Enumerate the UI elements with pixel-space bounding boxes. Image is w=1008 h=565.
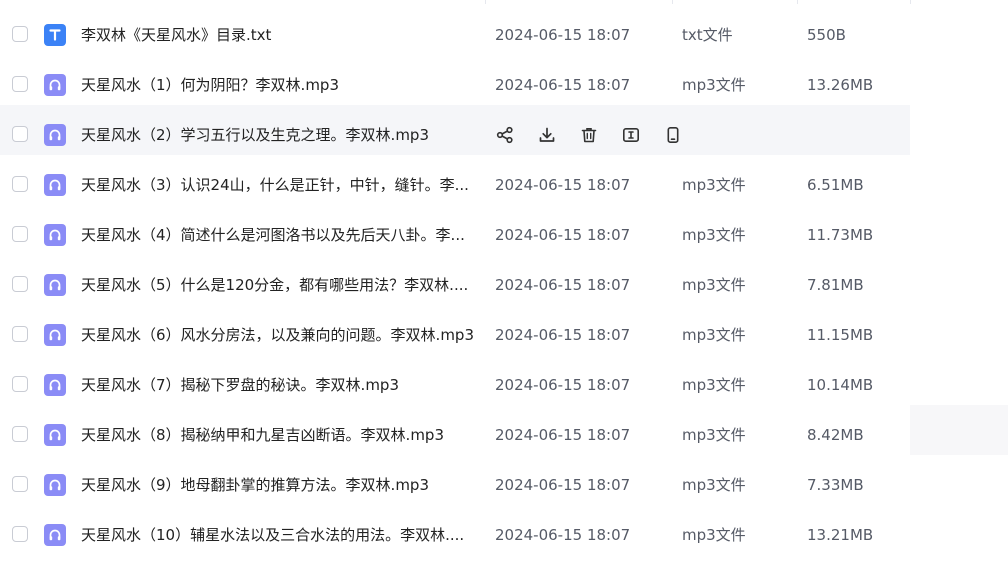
file-name[interactable]: 天星风水（3）认识24山，什么是正针，中针，缝针。李... [81,175,476,195]
row-checkbox[interactable] [12,126,28,142]
audio-file-icon [44,274,66,296]
row-checkbox[interactable] [12,476,28,492]
audio-file-icon [44,424,66,446]
column-divider [910,0,911,4]
audio-file-icon [44,474,66,496]
file-row[interactable]: 天星风水（9）地母翻卦掌的推算方法。李双林.mp3 2024-06-15 18:0… [0,455,910,505]
row-checkbox[interactable] [12,326,28,342]
row-checkbox[interactable] [12,76,28,92]
file-size: 550B [807,26,846,44]
file-name[interactable]: 天星风水（6）风水分房法，以及兼向的问题。李双林.mp3 [81,325,476,345]
file-row[interactable]: 天星风水（4）简述什么是河图洛书以及先后天八卦。李... 2024-06-15 1… [0,205,910,255]
file-type: txt文件 [682,26,733,44]
file-type: mp3文件 [682,476,746,494]
audio-file-icon [44,74,66,96]
file-size: 8.42MB [807,426,864,444]
file-row[interactable]: 天星风水（10）辅星水法以及三合水法的用法。李双林.... 2024-06-15 … [0,505,910,555]
txt-file-icon [44,24,66,46]
file-size: 6.51MB [807,176,864,194]
column-divider [485,0,486,4]
file-name[interactable]: 天星风水（9）地母翻卦掌的推算方法。李双林.mp3 [81,475,476,495]
row-checkbox[interactable] [12,426,28,442]
modified-date: 2024-06-15 18:07 [495,526,631,544]
rename-button[interactable] [621,125,641,145]
file-type: mp3文件 [682,376,746,394]
mobile-icon [664,126,682,144]
file-row[interactable]: 天星风水（6）风水分房法，以及兼向的问题。李双林.mp3 2024-06-15 1… [0,305,910,355]
file-type: mp3文件 [682,276,746,294]
file-name[interactable]: 天星风水（10）辅星水法以及三合水法的用法。李双林.... [81,525,476,545]
rename-icon [622,126,640,144]
row-hover-actions [495,124,705,146]
delete-button[interactable] [579,125,599,145]
row-checkbox[interactable] [12,526,28,542]
download-icon [538,126,556,144]
file-type: mp3文件 [682,76,746,94]
file-name[interactable]: 李双林《天星风水》目录.txt [81,25,476,45]
share-icon [496,126,514,144]
row-checkbox[interactable] [12,276,28,292]
audio-file-icon [44,174,66,196]
modified-date: 2024-06-15 18:07 [495,326,631,344]
file-size: 10.14MB [807,376,874,394]
file-size: 7.33MB [807,476,864,494]
file-type: mp3文件 [682,176,746,194]
file-size: 11.15MB [807,326,874,344]
file-name[interactable]: 天星风水（5）什么是120分金，都有哪些用法？李双林.... [81,275,476,295]
delete-icon [580,126,598,144]
file-row[interactable]: 天星风水（7）揭秘下罗盘的秘诀。李双林.mp3 2024-06-15 18:07 m… [0,355,910,405]
share-button[interactable] [495,125,515,145]
file-size: 11.73MB [807,226,874,244]
modified-date: 2024-06-15 18:07 [495,276,631,294]
download-button[interactable] [537,125,557,145]
file-name[interactable]: 天星风水（7）揭秘下罗盘的秘诀。李双林.mp3 [81,375,476,395]
file-row[interactable]: 天星风水（8）揭秘纳甲和九星吉凶断语。李双林.mp3 2024-06-15 18:… [0,405,910,455]
file-type: mp3文件 [682,526,746,544]
file-name[interactable]: 天星风水（8）揭秘纳甲和九星吉凶断语。李双林.mp3 [81,425,476,445]
audio-file-icon [44,374,66,396]
modified-date: 2024-06-15 18:07 [495,476,631,494]
file-name[interactable]: 天星风水（4）简述什么是河图洛书以及先后天八卦。李... [81,225,476,245]
file-size: 7.81MB [807,276,864,294]
modified-date: 2024-06-15 18:07 [495,376,631,394]
row-checkbox[interactable] [12,226,28,242]
mobile-button[interactable] [663,125,683,145]
file-row[interactable]: 天星风水（2）学习五行以及生克之理。李双林.mp3 [0,105,910,155]
audio-file-icon [44,524,66,546]
column-divider [797,0,798,4]
modified-date: 2024-06-15 18:07 [495,226,631,244]
file-name[interactable]: 天星风水（2）学习五行以及生克之理。李双林.mp3 [81,125,476,145]
file-type: mp3文件 [682,226,746,244]
file-type: mp3文件 [682,426,746,444]
modified-date: 2024-06-15 18:07 [495,26,631,44]
file-name[interactable]: 天星风水（1）何为阴阳？李双林.mp3 [81,75,476,95]
file-row[interactable]: 天星风水（5）什么是120分金，都有哪些用法？李双林.... 2024-06-15… [0,255,910,305]
file-type: mp3文件 [682,326,746,344]
row-checkbox[interactable] [12,176,28,192]
row-hover-background [910,405,1008,455]
file-row[interactable]: 天星风水（3）认识24山，什么是正针，中针，缝针。李... 2024-06-15 … [0,155,910,205]
file-row[interactable]: 李双林《天星风水》目录.txt 2024-06-15 18:07 txt文件 550B [0,5,910,55]
modified-date: 2024-06-15 18:07 [495,426,631,444]
file-list: 李双林《天星风水》目录.txt 2024-06-15 18:07 txt文件 550B… [0,0,1008,565]
file-size: 13.21MB [807,526,874,544]
audio-file-icon [44,324,66,346]
row-checkbox[interactable] [12,376,28,392]
row-checkbox[interactable] [12,26,28,42]
file-size: 13.26MB [807,76,874,94]
audio-file-icon [44,224,66,246]
column-divider [672,0,673,4]
audio-file-icon [44,124,66,146]
file-row[interactable]: 天星风水（1）何为阴阳？李双林.mp3 2024-06-15 18:07 mp3文件… [0,55,910,105]
modified-date: 2024-06-15 18:07 [495,176,631,194]
modified-date: 2024-06-15 18:07 [495,76,631,94]
